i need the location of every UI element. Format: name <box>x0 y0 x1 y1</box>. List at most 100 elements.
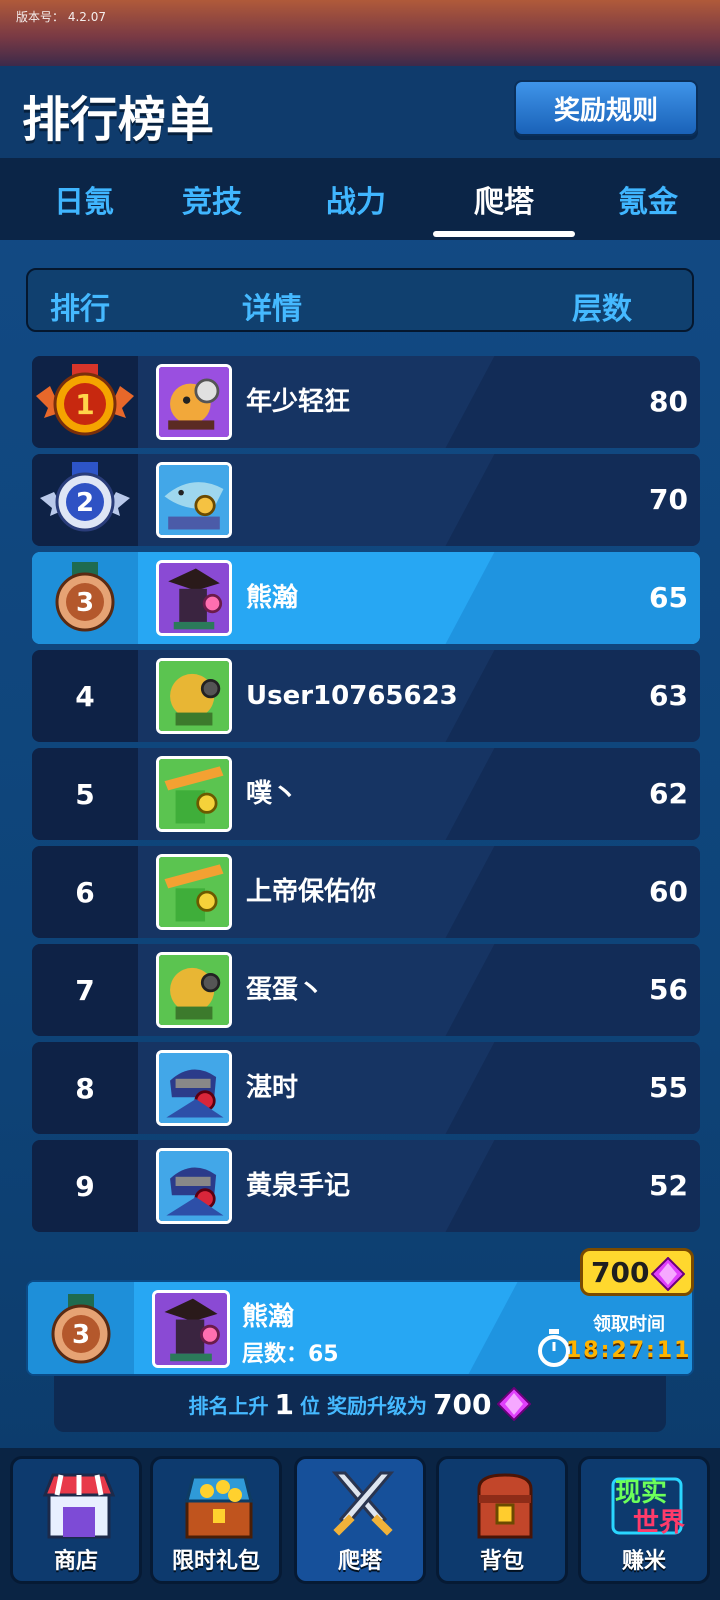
nav-tower-label: 爬塔 <box>337 1549 382 1574</box>
floor-score: 70 <box>649 483 688 516</box>
avatar[interactable] <box>156 1148 232 1224</box>
svg-text:2: 2 <box>76 488 94 518</box>
claim-countdown: 18:27:11 <box>566 1338 692 1363</box>
avatar[interactable] <box>156 854 232 930</box>
bottom-nav: 商店 限时礼包 爬塔 背包 现实 世界 赚米 <box>0 1448 720 1600</box>
table-row[interactable]: 5 噗丶 62 <box>32 748 700 840</box>
rank-number: 6 <box>32 846 138 938</box>
promo-reward: 700 <box>433 1387 492 1421</box>
bronze-medal-icon: 3 <box>51 1294 111 1364</box>
column-floors: 层数 <box>572 292 632 327</box>
floor-score: 52 <box>649 1169 688 1202</box>
floor-score: 63 <box>649 679 688 712</box>
bronze-medal-icon: 3 <box>55 562 115 632</box>
rank-number: 5 <box>32 748 138 840</box>
my-rank-number: 3 <box>72 1320 90 1350</box>
player-name: 蛋蛋丶 <box>246 975 325 1005</box>
promo-mid: 位 奖励升级为 <box>300 1393 427 1418</box>
reward-badge[interactable]: 700 <box>580 1248 694 1296</box>
my-player-name: 熊瀚 <box>242 1302 295 1332</box>
table-row[interactable]: 7 蛋蛋丶 56 <box>32 944 700 1036</box>
my-rank-cell: 3 <box>28 1282 134 1374</box>
real-world-logo-icon: 现实 世界 <box>611 1477 685 1538</box>
backpack-icon <box>477 1473 533 1539</box>
table-row[interactable]: 6 上帝保佑你 60 <box>32 846 700 938</box>
rank-cell: 1 <box>32 356 138 448</box>
nav-limited-gift[interactable]: 限时礼包 <box>150 1456 282 1584</box>
my-avatar[interactable] <box>152 1290 230 1368</box>
player-name: 黄泉手记 <box>246 1171 351 1201</box>
avatar[interactable] <box>156 756 232 832</box>
column-rank: 排行 <box>50 292 110 327</box>
floor-score: 62 <box>649 777 688 810</box>
tab-arena[interactable]: 竞技 <box>142 158 282 240</box>
floor-score: 56 <box>649 973 688 1006</box>
tab-total-spend[interactable]: 氪金 <box>578 158 718 240</box>
column-headers: 排行 详情 层数 <box>26 268 694 332</box>
tab-daily-spend[interactable]: 日氪 <box>14 158 154 240</box>
avatar[interactable] <box>156 952 232 1028</box>
nav-shop-label: 商店 <box>53 1549 98 1574</box>
category-tabs: 日氪 竞技 战力 爬塔 氪金 <box>0 158 720 240</box>
nav-earn[interactable]: 现实 世界 赚米 <box>578 1456 710 1584</box>
active-tab-indicator <box>433 231 575 237</box>
player-name: 湛时 <box>246 1073 299 1103</box>
nav-backpack-label: 背包 <box>479 1549 524 1574</box>
tab-tower[interactable]: 爬塔 <box>434 158 574 240</box>
demon-hat-avatar-icon <box>159 563 229 633</box>
logo-text-bottom: 世界 <box>633 1508 685 1538</box>
avatar[interactable] <box>156 1050 232 1126</box>
player-name: 年少轻狂 <box>246 387 351 417</box>
table-row[interactable]: 8 湛时 55 <box>32 1042 700 1134</box>
table-row-current-player[interactable]: 3 熊瀚 65 <box>32 552 700 644</box>
floor-score: 65 <box>649 581 688 614</box>
top-banner: 版本号： 4.2.07 <box>0 0 720 66</box>
rank-number: 9 <box>32 1140 138 1232</box>
nav-tower[interactable]: 爬塔 <box>294 1456 426 1584</box>
table-row[interactable]: 9 黄泉手记 52 <box>32 1140 700 1232</box>
svg-text:3: 3 <box>76 588 94 618</box>
player-name: 噗丶 <box>246 779 299 809</box>
avatar[interactable] <box>156 364 232 440</box>
tab-power[interactable]: 战力 <box>286 158 426 240</box>
leaderboard-screen: 版本号： 4.2.07 排行榜单 奖励规则 日氪 竞技 战力 爬塔 氪金 排行 … <box>0 0 720 1600</box>
table-row[interactable]: 2 70 <box>32 454 700 546</box>
avatar[interactable] <box>156 560 232 636</box>
page-header: 排行榜单 奖励规则 <box>0 66 720 158</box>
promo-places: 1 <box>274 1387 295 1421</box>
avatar[interactable] <box>156 462 232 538</box>
floor-score: 60 <box>649 875 688 908</box>
gem-icon <box>497 1387 532 1421</box>
logo-text-top: 现实 <box>615 1477 667 1508</box>
table-row[interactable]: 4 User10765623 63 <box>32 650 700 742</box>
promo-prefix: 排名上升 <box>188 1393 269 1418</box>
rank-up-promo: 排名上升 1 位 奖励升级为 700 <box>54 1376 666 1432</box>
treasure-chest-icon <box>185 1475 253 1539</box>
shark-avatar-icon <box>159 465 229 535</box>
nav-earn-label: 赚米 <box>621 1549 666 1574</box>
shop-icon <box>42 1473 116 1539</box>
table-row[interactable]: 1 年少轻狂 80 <box>32 356 700 448</box>
nav-backpack[interactable]: 背包 <box>436 1456 568 1584</box>
reward-rules-button[interactable]: 奖励规则 <box>514 80 698 136</box>
floor-score: 55 <box>649 1071 688 1104</box>
knight-avatar-icon <box>159 1053 229 1123</box>
avatar[interactable] <box>156 658 232 734</box>
player-name: 熊瀚 <box>246 583 299 613</box>
knight-avatar-icon <box>159 1151 229 1221</box>
page-title: 排行榜单 <box>22 92 215 148</box>
demon-hat-avatar-icon <box>155 1293 227 1365</box>
version-prefix: 版本号： <box>16 10 65 24</box>
claim-time-label: 领取时间 <box>593 1314 665 1335</box>
my-floors: 层数：65 <box>242 1342 339 1367</box>
nav-limited-gift-label: 限时礼包 <box>171 1549 260 1574</box>
version-number: 4.2.07 <box>67 10 107 24</box>
gold-medal-icon: 1 <box>36 364 134 436</box>
player-name: 上帝保佑你 <box>246 877 377 907</box>
sombrero-cactus-avatar-icon <box>159 759 229 829</box>
nav-shop[interactable]: 商店 <box>10 1456 142 1584</box>
svg-text:1: 1 <box>75 388 94 421</box>
diver-avatar-icon <box>159 661 229 731</box>
floor-score: 80 <box>649 385 688 418</box>
gem-icon <box>651 1257 685 1291</box>
